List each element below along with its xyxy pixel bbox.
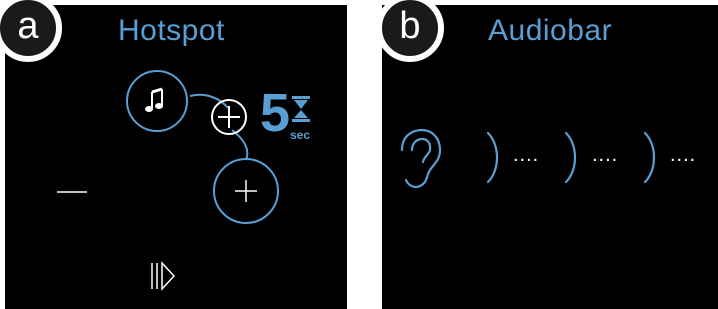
audio-dots-2: .... bbox=[592, 144, 619, 166]
add-hotspot-button-small[interactable] bbox=[211, 99, 247, 135]
plus-icon bbox=[235, 180, 257, 202]
timer-unit: sec bbox=[290, 128, 311, 142]
music-note-button[interactable] bbox=[126, 70, 188, 132]
timer-value: 5 bbox=[260, 83, 291, 143]
skip-next-icon[interactable] bbox=[151, 261, 176, 291]
plus-icon bbox=[218, 106, 240, 128]
hourglass-icon bbox=[292, 96, 310, 122]
ear-icon bbox=[400, 128, 442, 189]
music-note-icon bbox=[145, 87, 163, 112]
audio-dots-3: .... bbox=[670, 144, 697, 166]
add-hotspot-button[interactable] bbox=[213, 158, 279, 224]
audio-dots-1: .... bbox=[513, 144, 540, 166]
connector-line bbox=[231, 129, 249, 161]
